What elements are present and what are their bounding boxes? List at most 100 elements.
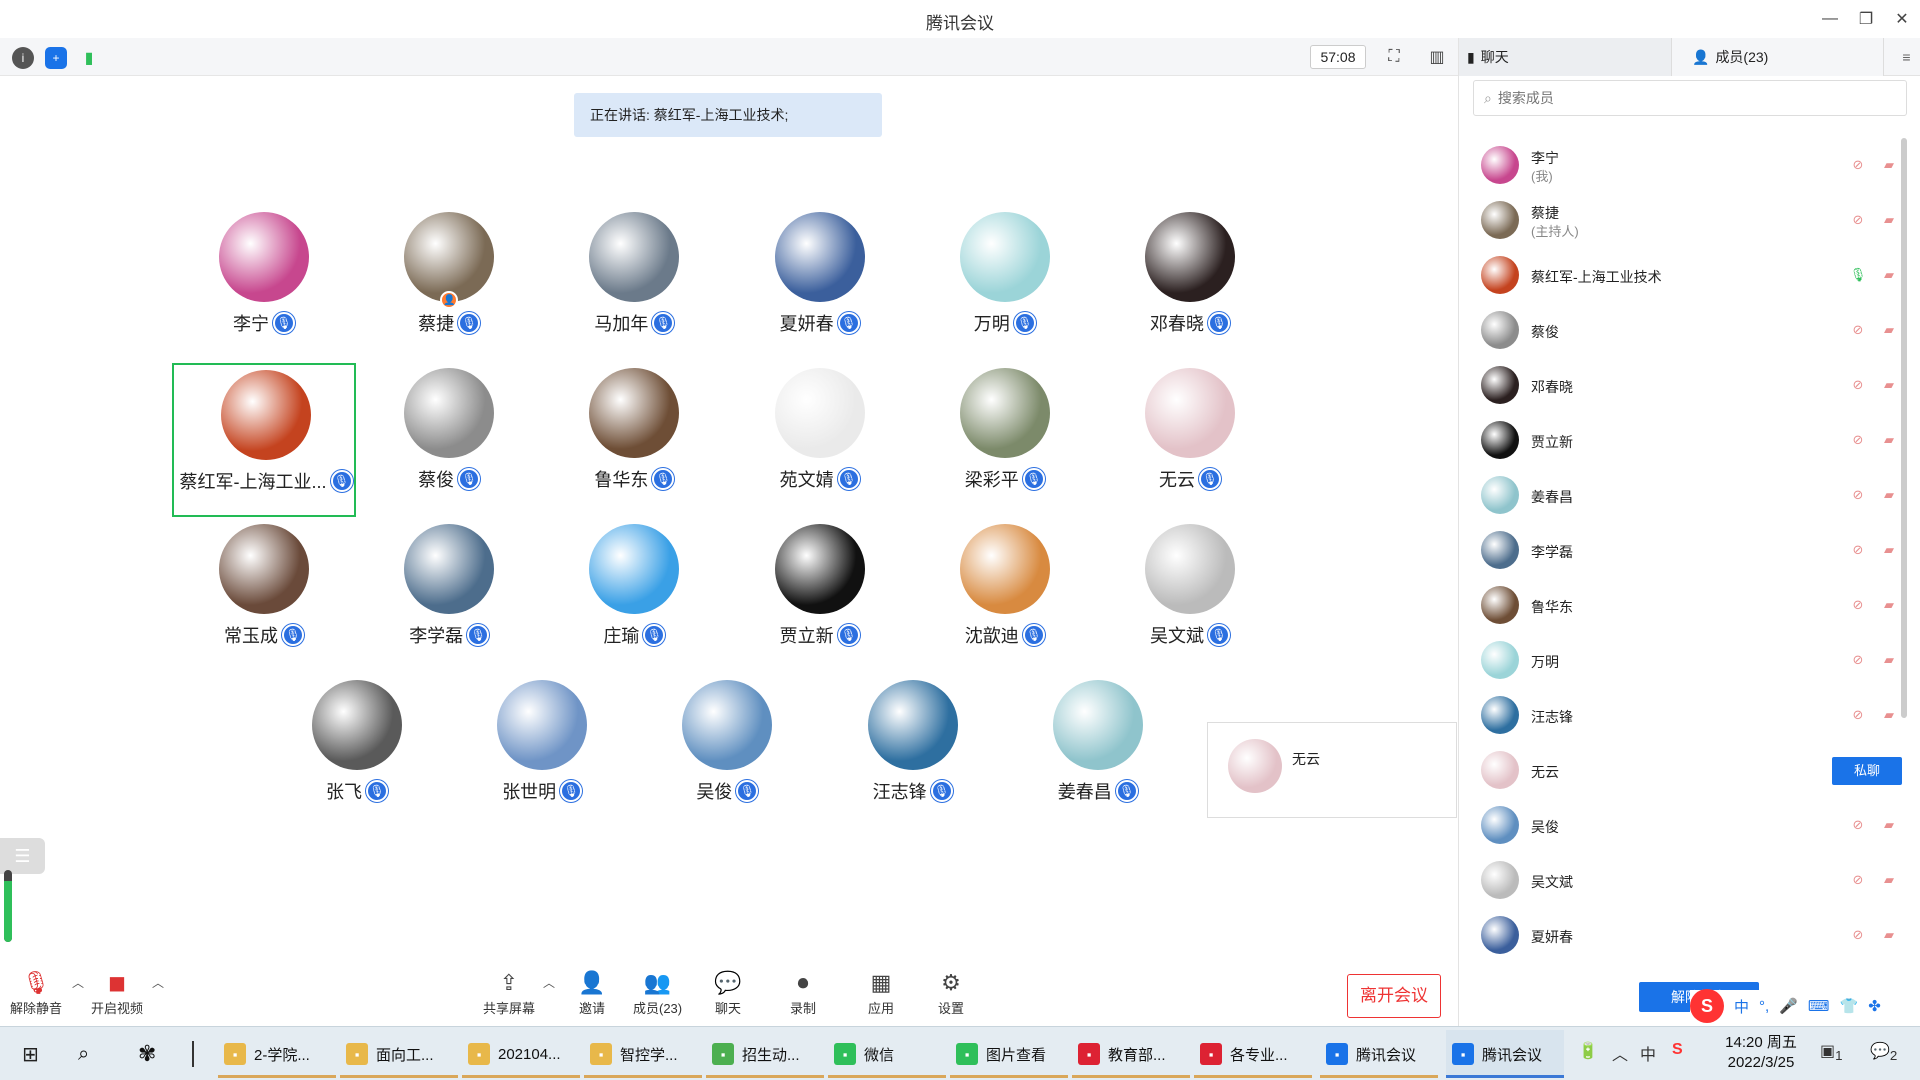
skin-icon[interactable]: 👕 <box>1840 997 1859 1015</box>
taskbar-app[interactable]: ▪ 招生动... <box>706 1030 824 1078</box>
member-search[interactable]: ⌕ <box>1473 80 1907 116</box>
participant-tile[interactable]: 梁彩平 🎙 <box>913 363 1097 517</box>
taskbar-app[interactable]: ▪ 2-学院... <box>218 1030 336 1078</box>
mic-muted-icon[interactable]: ⊘ <box>1849 596 1867 614</box>
participant-tile[interactable]: 张飞 🎙 <box>265 675 449 829</box>
video-off-icon[interactable]: ▰ <box>1879 871 1899 889</box>
mic-muted-icon[interactable]: ⊘ <box>1849 541 1867 559</box>
participant-tile[interactable]: 蔡俊 🎙 <box>357 363 541 517</box>
ime-language[interactable]: 中 <box>1734 996 1749 1017</box>
member-list-scrollbar[interactable] <box>1901 138 1907 718</box>
notification-icon[interactable]: 💬2 <box>1870 1041 1897 1063</box>
video-off-icon[interactable]: ▰ <box>1879 156 1899 174</box>
tab-chat[interactable]: ▮ 聊天 <box>1459 38 1671 76</box>
settings-button[interactable]: ⚙ 设置 <box>936 968 966 1017</box>
tools-icon[interactable]: ✤ <box>1868 997 1881 1015</box>
record-button[interactable]: ⏺ 录制 <box>788 968 818 1017</box>
taskbar-app[interactable]: ▪ 智控学... <box>584 1030 702 1078</box>
mic-muted-icon[interactable]: ⊘ <box>1849 871 1867 889</box>
active-speaker-card[interactable]: 无云 <box>1207 722 1457 818</box>
participant-tile[interactable]: 李宁 🎙 <box>172 207 356 361</box>
participant-tile[interactable]: 吴俊 🎙 <box>635 675 819 829</box>
apps-button[interactable]: ▦ 应用 <box>866 968 896 1017</box>
chevron-up-icon[interactable]: ︿ <box>1612 1041 1628 1065</box>
start-video-button[interactable]: ◼ 开启视频 <box>91 968 143 1017</box>
layout-panel-icon[interactable]: ▥ <box>1425 46 1449 68</box>
participant-tile[interactable]: 汪志锋 🎙 <box>821 675 1005 829</box>
participant-tile[interactable]: 沈歆迪 🎙 <box>913 519 1097 673</box>
video-off-icon[interactable]: ▰ <box>1879 376 1899 394</box>
participant-tile[interactable]: 吴文斌 🎙 <box>1098 519 1282 673</box>
taskbar-app[interactable]: ▪ 腾讯会议 <box>1320 1030 1438 1078</box>
search-input[interactable] <box>1497 90 1888 106</box>
participant-tile[interactable]: 万明 🎙 <box>913 207 1097 361</box>
participant-tile[interactable]: 贾立新 🎙 <box>728 519 912 673</box>
member-row[interactable]: 吴文斌 ⊘ ▰ <box>1459 853 1911 908</box>
video-off-icon[interactable]: ▰ <box>1879 706 1899 724</box>
list-toggle-icon[interactable]: ☰ <box>0 838 45 874</box>
taskbar-app[interactable]: ▪ 微信 <box>828 1030 946 1078</box>
video-off-icon[interactable]: ▰ <box>1879 541 1899 559</box>
participant-tile[interactable]: 鲁华东 🎙 <box>542 363 726 517</box>
fullscreen-icon[interactable]: ⛶ <box>1382 46 1406 68</box>
video-off-icon[interactable]: ▰ <box>1879 266 1899 284</box>
desktop-switch-icon[interactable]: ▣1 <box>1820 1041 1843 1063</box>
sogou-icon[interactable]: S <box>1690 989 1724 1023</box>
app-launcher-button[interactable]: ✾ <box>132 1030 156 1078</box>
mic-muted-icon[interactable]: ⊘ <box>1849 926 1867 944</box>
video-off-icon[interactable]: ▰ <box>1879 431 1899 449</box>
mic-muted-icon[interactable]: ⊘ <box>1849 211 1867 229</box>
video-off-icon[interactable]: ▰ <box>1879 321 1899 339</box>
member-row[interactable]: 鲁华东 ⊘ ▰ <box>1459 578 1911 633</box>
video-off-icon[interactable]: ▰ <box>1879 926 1899 944</box>
audio-options-caret-icon[interactable]: ︿ <box>72 974 84 991</box>
info-icon[interactable]: i <box>12 47 34 69</box>
member-row[interactable]: 李宁 (我) ⊘ ▰ <box>1459 138 1911 193</box>
share-options-caret-icon[interactable]: ︿ <box>543 974 555 991</box>
member-row[interactable]: 无云 私聊 <box>1459 743 1911 798</box>
participant-tile[interactable]: 邓春晓 🎙 <box>1098 207 1282 361</box>
participant-tile[interactable]: 👤 蔡捷 🎙 <box>357 207 541 361</box>
panel-menu-icon[interactable]: ≡ <box>1883 38 1920 76</box>
minimize-button[interactable]: — <box>1812 0 1848 38</box>
participant-tile[interactable]: 姜春昌 🎙 <box>1006 675 1190 829</box>
mic-muted-icon[interactable]: ⊘ <box>1849 156 1867 174</box>
leave-meeting-button[interactable]: 离开会议 <box>1347 974 1441 1018</box>
mic-muted-icon[interactable]: ⊘ <box>1849 486 1867 504</box>
mic-muted-icon[interactable]: ⊘ <box>1849 651 1867 669</box>
search-taskbar-button[interactable]: ⌕ <box>72 1030 89 1078</box>
video-off-icon[interactable]: ▰ <box>1879 816 1899 834</box>
mic-on-icon[interactable]: 🎙 <box>1849 266 1867 284</box>
participant-tile[interactable]: 夏妍春 🎙 <box>728 207 912 361</box>
chat-button[interactable]: 💬 聊天 <box>713 968 743 1017</box>
member-row[interactable]: 蔡捷 (主持人) ⊘ ▰ <box>1459 193 1911 248</box>
battery-icon[interactable]: 🔋 <box>1578 1041 1598 1061</box>
start-button[interactable]: ⊞ <box>16 1030 39 1078</box>
voice-icon[interactable]: 🎤 <box>1779 997 1798 1015</box>
clock[interactable]: 14:20 周五 2022/3/25 <box>1716 1033 1806 1073</box>
taskbar-app[interactable]: ▪ 202104... <box>462 1030 580 1078</box>
sogou-tray-icon[interactable]: S <box>1672 1041 1683 1059</box>
participant-tile[interactable]: 苑文婧 🎙 <box>728 363 912 517</box>
member-row[interactable]: 李学磊 ⊘ ▰ <box>1459 523 1911 578</box>
invite-button[interactable]: 👤 邀请 <box>577 968 607 1017</box>
video-options-caret-icon[interactable]: ︿ <box>152 974 164 991</box>
mic-muted-icon[interactable]: ⊘ <box>1849 321 1867 339</box>
participant-tile[interactable]: 蔡红军-上海工业... 🎙 <box>172 363 356 517</box>
participant-tile[interactable]: 马加年 🎙 <box>542 207 726 361</box>
video-off-icon[interactable]: ▰ <box>1879 651 1899 669</box>
unmute-button[interactable]: 🎙 解除静音 <box>10 968 62 1017</box>
punctuation-icon[interactable]: °, <box>1759 998 1769 1015</box>
member-row[interactable]: 汪志锋 ⊘ ▰ <box>1459 688 1911 743</box>
mic-muted-icon[interactable]: ⊘ <box>1849 376 1867 394</box>
participant-tile[interactable]: 常玉成 🎙 <box>172 519 356 673</box>
mic-muted-icon[interactable]: ⊘ <box>1849 816 1867 834</box>
member-row[interactable]: 姜春昌 ⊘ ▰ <box>1459 468 1911 523</box>
member-row[interactable]: 万明 ⊘ ▰ <box>1459 633 1911 688</box>
mic-muted-icon[interactable]: ⊘ <box>1849 431 1867 449</box>
taskbar-app[interactable]: ▪ 图片查看 <box>950 1030 1068 1078</box>
taskbar-app[interactable]: ▪ 各专业... <box>1194 1030 1312 1078</box>
participant-tile[interactable]: 张世明 🎙 <box>450 675 634 829</box>
video-off-icon[interactable]: ▰ <box>1879 596 1899 614</box>
shield-icon[interactable]: + <box>45 47 67 69</box>
